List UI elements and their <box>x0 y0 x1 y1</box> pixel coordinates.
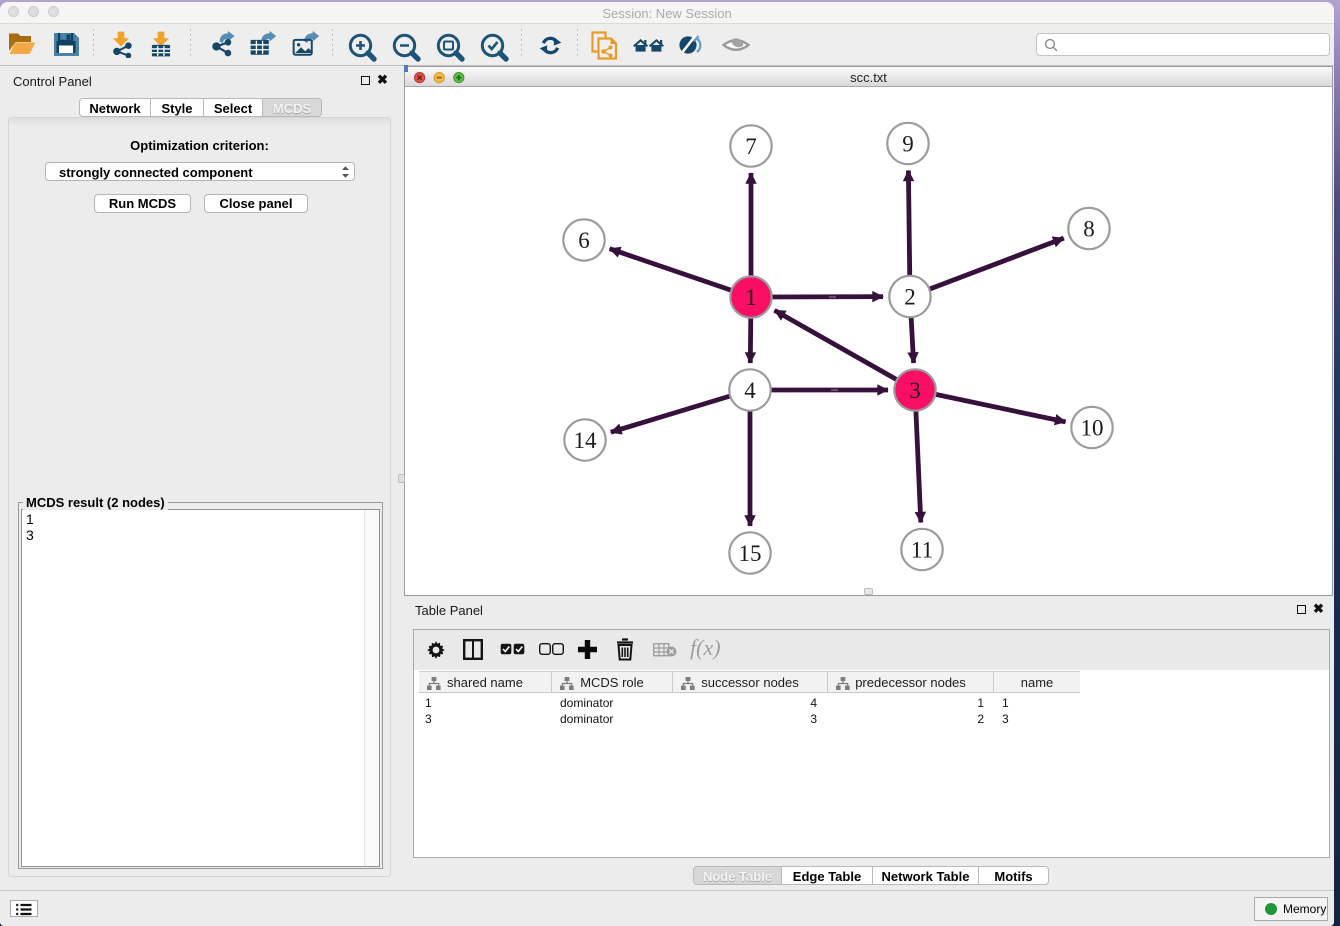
svg-text:8: 8 <box>1083 217 1095 242</box>
svg-text:6: 6 <box>578 228 590 253</box>
svg-text:10: 10 <box>1081 416 1104 441</box>
svg-text:9: 9 <box>902 132 914 157</box>
svg-text:11: 11 <box>911 538 933 563</box>
svg-text:14: 14 <box>574 428 598 453</box>
svg-text:2: 2 <box>904 285 916 310</box>
svg-text:15: 15 <box>739 541 762 566</box>
svg-text:7: 7 <box>745 134 757 159</box>
svg-text:3: 3 <box>909 378 921 403</box>
svg-text:4: 4 <box>744 378 756 403</box>
svg-text:1: 1 <box>745 285 757 310</box>
